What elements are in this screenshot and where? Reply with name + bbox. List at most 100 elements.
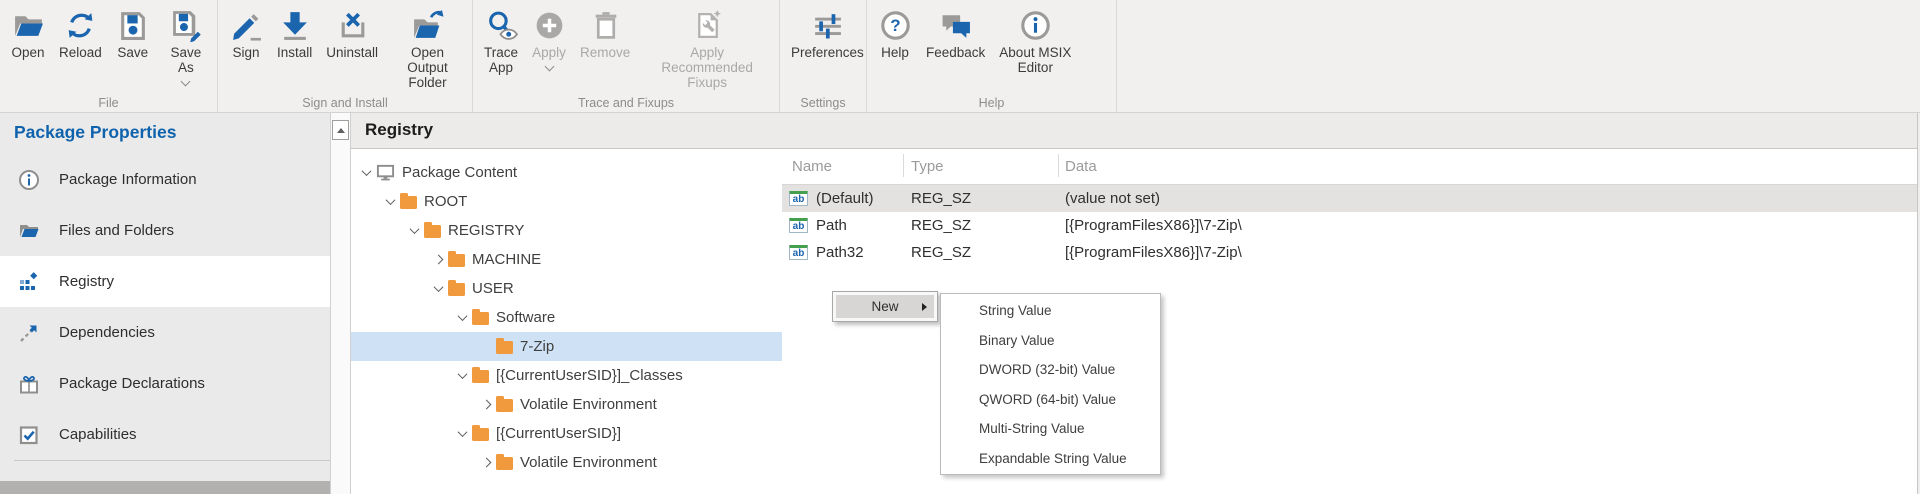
chevron-expanded-icon[interactable] <box>406 227 422 234</box>
ribbon-open-output-folder-button[interactable]: Open Output Folder <box>385 7 470 90</box>
folder-glyph <box>472 428 489 441</box>
chevron-expanded-icon[interactable] <box>454 314 470 321</box>
cell-name: abPath <box>782 217 903 234</box>
ribbon-save-as-button[interactable]: Save As <box>157 7 215 85</box>
ribbon-feedback-button[interactable]: Feedback <box>919 7 992 60</box>
ribbon-button-label: Remove <box>580 45 630 60</box>
ribbon-button-label: Apply <box>532 45 566 60</box>
column-header-data[interactable]: Data <box>1058 149 1917 184</box>
chevron-collapsed-icon[interactable] <box>430 256 446 263</box>
tree-item-currentusersid[interactable]: [{CurrentUserSID}] <box>351 419 782 448</box>
cell-type: REG_SZ <box>903 190 1058 207</box>
ribbon-group-help: ?Help Feedback About MSIX Editor Help <box>867 0 1117 112</box>
cell-data: [{ProgramFilesX86}]\7-Zip\ <box>1058 244 1917 261</box>
about-icon <box>1018 7 1052 43</box>
chevron-glyph <box>361 166 371 176</box>
install-icon <box>278 7 312 43</box>
tree-item-root[interactable]: ROOT <box>351 187 782 216</box>
ribbon-group-file: OpenReloadSaveSave AsFile <box>0 0 218 112</box>
tree-item-label: 7-Zip <box>520 338 554 355</box>
ribbon-help-button[interactable]: ?Help <box>871 7 919 60</box>
string-value-icon: ab <box>789 218 808 233</box>
folder-icon <box>472 310 489 325</box>
ribbon-reload-button[interactable]: Reload <box>52 7 109 60</box>
submenu-item-string-value[interactable]: String Value <box>941 296 1160 326</box>
submenu-arrow-icon <box>922 303 927 311</box>
tree-item-volatile-environment[interactable]: Volatile Environment <box>351 390 782 419</box>
tree-item-label: Volatile Environment <box>520 454 657 471</box>
submenu-item-binary-value[interactable]: Binary Value <box>941 326 1160 356</box>
chevron-expanded-icon[interactable] <box>430 285 446 292</box>
sidebar-item-dependencies[interactable]: Dependencies <box>0 307 330 358</box>
tree-item-7-zip[interactable]: 7-Zip <box>351 332 782 361</box>
open-icon <box>11 7 45 43</box>
panel-title-bar: Registry <box>351 113 1920 149</box>
folder-glyph <box>496 341 513 354</box>
chevron-expanded-icon[interactable] <box>358 169 374 176</box>
ribbon-preferences-button[interactable]: Preferences <box>784 7 871 60</box>
ribbon-about-msix-editor-button[interactable]: About MSIX Editor <box>992 7 1078 75</box>
tree-item-label: USER <box>472 280 514 297</box>
ribbon-apply-recommended-fixups-button[interactable]: Apply Recommended Fixups <box>637 7 777 90</box>
submenu-item-multi-string-value[interactable]: Multi-String Value <box>941 414 1160 444</box>
apply-recommended-fixups-icon <box>690 7 724 43</box>
tree-item-label: [{CurrentUserSID}]_Classes <box>496 367 683 384</box>
ribbon-apply-button[interactable]: Apply <box>525 7 573 70</box>
nav-scrollbar[interactable] <box>330 113 351 494</box>
sidebar-item-registry[interactable]: Registry <box>0 256 330 307</box>
chevron-down-icon <box>181 77 191 87</box>
menu-item-label: New <box>871 299 898 314</box>
ribbon-open-button[interactable]: Open <box>4 7 52 60</box>
tree-item-package-content[interactable]: Package Content <box>351 158 782 187</box>
apply-icon <box>532 7 566 43</box>
ribbon-button-label: Save As <box>164 45 208 75</box>
chevron-expanded-icon[interactable] <box>454 430 470 437</box>
tree-item-software[interactable]: Software <box>351 303 782 332</box>
chevron-glyph <box>457 369 467 379</box>
chevron-glyph <box>385 195 395 205</box>
sidebar-item-label: Dependencies <box>59 324 155 341</box>
ribbon-button-label: Feedback <box>926 45 985 60</box>
ribbon-trace-app-button[interactable]: Trace App <box>477 7 525 75</box>
chevron-expanded-icon[interactable] <box>454 372 470 379</box>
menu-item-new[interactable]: New <box>836 295 934 318</box>
cell-type: REG_SZ <box>903 244 1058 261</box>
table-header: NameTypeData <box>782 149 1917 185</box>
table-row[interactable]: abPathREG_SZ[{ProgramFilesX86}]\7-Zip\ <box>782 212 1917 239</box>
sidebar-item-files-and-folders[interactable]: Files and Folders <box>0 205 330 256</box>
dependencies-icon <box>17 321 41 345</box>
folder-glyph <box>496 399 513 412</box>
column-header-type[interactable]: Type <box>903 149 1058 184</box>
ribbon-save-button[interactable]: Save <box>109 7 157 60</box>
submenu-item-dword-32-bit-value[interactable]: DWORD (32-bit) Value <box>941 355 1160 385</box>
chevron-glyph <box>457 427 467 437</box>
chevron-collapsed-icon[interactable] <box>478 401 494 408</box>
tree-item-user[interactable]: USER <box>351 274 782 303</box>
folder-icon <box>472 426 489 441</box>
tree-item-currentusersid-classes[interactable]: [{CurrentUserSID}]_Classes <box>351 361 782 390</box>
tree-item-label: [{CurrentUserSID}] <box>496 425 621 442</box>
table-row[interactable]: abPath32REG_SZ[{ProgramFilesX86}]\7-Zip\ <box>782 239 1917 266</box>
submenu-item-qword-64-bit-value[interactable]: QWORD (64-bit) Value <box>941 385 1160 415</box>
ribbon-group-label: Sign and Install <box>218 96 472 110</box>
ribbon-install-button[interactable]: Install <box>270 7 319 60</box>
tree-item-registry[interactable]: REGISTRY <box>351 216 782 245</box>
sidebar-item-capabilities[interactable]: Capabilities <box>0 409 330 460</box>
chevron-collapsed-icon[interactable] <box>478 459 494 466</box>
ribbon-button-label: Trace App <box>484 45 518 75</box>
context-menu: New <box>832 291 938 322</box>
scroll-up-button[interactable] <box>332 120 349 140</box>
column-header-name[interactable]: Name <box>782 149 903 184</box>
submenu-item-expandable-string-value[interactable]: Expandable String Value <box>941 444 1160 474</box>
sidebar-item-package-declarations[interactable]: Package Declarations <box>0 358 330 409</box>
chevron-expanded-icon[interactable] <box>382 198 398 205</box>
ribbon-remove-button[interactable]: Remove <box>573 7 637 60</box>
ribbon-sign-button[interactable]: Sign <box>222 7 270 60</box>
ribbon-button-label: Help <box>881 45 909 60</box>
table-row[interactable]: ab(Default)REG_SZ(value not set) <box>782 185 1917 212</box>
ribbon-uninstall-button[interactable]: Uninstall <box>319 7 385 60</box>
tree-item-machine[interactable]: MACHINE <box>351 245 782 274</box>
open-output-folder-icon <box>411 7 445 43</box>
sidebar-item-package-information[interactable]: Package Information <box>0 154 330 205</box>
tree-item-volatile-environment[interactable]: Volatile Environment <box>351 448 782 477</box>
